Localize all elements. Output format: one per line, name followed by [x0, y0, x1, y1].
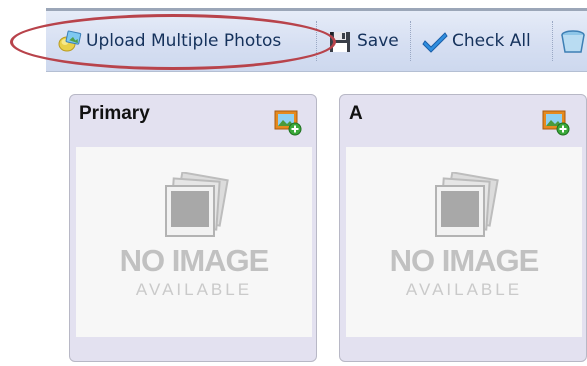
- upload-button-label: Upload Multiple Photos: [86, 31, 282, 51]
- available-text: AVAILABLE: [405, 280, 523, 299]
- upload-photos-icon: [56, 28, 82, 54]
- save-button-label: Save: [357, 31, 399, 51]
- delete-button[interactable]: [560, 11, 586, 71]
- no-image-placeholder: NO IMAGE AVAILABLE: [76, 147, 312, 337]
- available-text: AVAILABLE: [135, 280, 253, 299]
- card-title: Primary: [79, 103, 150, 124]
- no-image-text: NO IMAGE: [389, 243, 540, 278]
- checkmark-icon: [422, 28, 448, 54]
- floppy-disk-icon: [327, 28, 353, 54]
- card-title: A: [349, 103, 363, 124]
- check-all-button-label: Check All: [452, 31, 531, 51]
- add-photo-icon[interactable]: [273, 109, 303, 137]
- check-all-button[interactable]: Check All: [422, 11, 531, 71]
- photo-placeholder-icon: [158, 171, 230, 242]
- no-image-text: NO IMAGE: [119, 243, 270, 278]
- photo-placeholder-icon: [428, 171, 500, 242]
- no-image-placeholder: NO IMAGE AVAILABLE: [346, 147, 582, 337]
- toolbar-separator: [316, 21, 317, 61]
- photo-card: A NO IMAGE AVAILABLE: [339, 94, 587, 362]
- toolbar: Upload Multiple Photos Save Check All: [46, 8, 587, 72]
- save-button[interactable]: Save: [327, 11, 399, 71]
- toolbar-separator: [410, 21, 411, 61]
- upload-multiple-photos-button[interactable]: Upload Multiple Photos: [56, 11, 281, 71]
- photo-card: Primary NO IMAGE AVAILABLE: [69, 94, 317, 362]
- toolbar-separator: [552, 21, 553, 61]
- trash-icon: [560, 28, 586, 54]
- add-photo-icon[interactable]: [541, 109, 571, 137]
